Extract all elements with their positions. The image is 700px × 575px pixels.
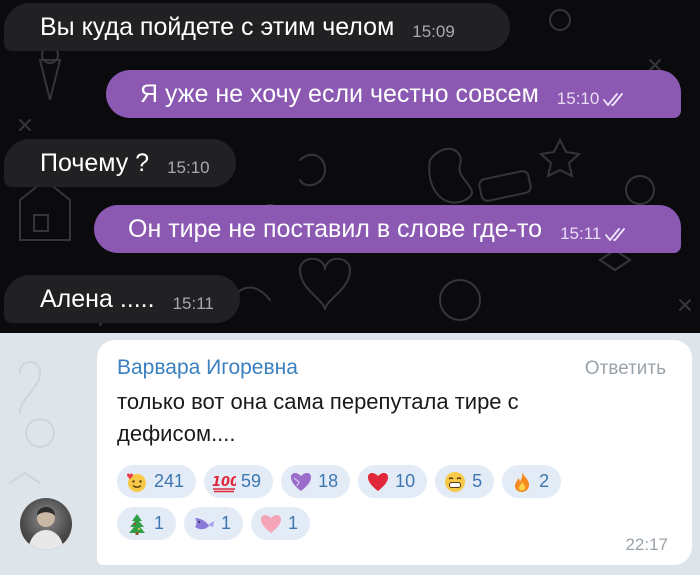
smiling-face-with-hearts-icon	[125, 470, 149, 494]
reaction-chip[interactable]: 241	[117, 465, 197, 498]
message-text: Вы куда пойдете с этим челом	[40, 12, 395, 41]
reactions-bar: 241 100 59 18	[117, 465, 677, 549]
reaction-chip[interactable]: 2	[502, 465, 562, 498]
reaction-count: 1	[288, 513, 299, 533]
message-text: Я уже не хочу если честно совсем	[140, 79, 539, 108]
avatar[interactable]	[20, 498, 72, 550]
purple-heart-icon	[289, 470, 313, 494]
message-incoming[interactable]: Почему ? 15:10	[4, 139, 236, 187]
reaction-chip[interactable]: 1	[184, 507, 244, 540]
message-outgoing[interactable]: Он тире не поставил в слове где-то 15:11	[94, 205, 681, 253]
message-outgoing[interactable]: Я уже не хочу если честно совсем 15:10	[106, 70, 681, 118]
reaction-chip[interactable]: 10	[358, 465, 428, 498]
comment-text: только вот она сама перепутала тире с де…	[117, 389, 519, 446]
reaction-count: 1	[221, 513, 232, 533]
message-incoming[interactable]: Алена ..... 15:11	[4, 275, 240, 323]
reaction-count: 59	[241, 471, 262, 491]
message-time: 15:09	[412, 22, 455, 41]
comment-timestamp: 22:17	[625, 535, 668, 554]
message-text: Алена .....	[40, 284, 155, 313]
double-check-icon	[603, 85, 625, 114]
comment-author[interactable]: Варвара Игоревна	[117, 356, 298, 380]
fish-icon	[192, 512, 216, 536]
reaction-chip[interactable]: 5	[435, 465, 495, 498]
reaction-chip[interactable]: 1	[251, 507, 311, 540]
svg-text:100: 100	[212, 475, 236, 490]
message-time: 15:10	[167, 158, 210, 177]
reply-button[interactable]: Ответить	[585, 358, 666, 380]
message-time: 15:11	[560, 224, 602, 243]
reaction-chip[interactable]: 18	[281, 465, 351, 498]
chat-screenshot: Вы куда пойдете с этим челом 15:09 Я уже…	[0, 0, 700, 333]
message-text: Он тире не поставил в слове где-то	[128, 214, 543, 243]
message-incoming[interactable]: Вы куда пойдете с этим челом 15:09	[4, 3, 510, 51]
reaction-chip[interactable]: 1	[117, 507, 177, 540]
reaction-count: 10	[395, 471, 416, 491]
reaction-chip[interactable]: 100 59	[204, 465, 274, 498]
reaction-count: 241	[154, 471, 185, 491]
fire-icon	[510, 470, 534, 494]
message-time: 15:11	[172, 294, 214, 313]
message-time: 15:10	[556, 89, 600, 108]
grinning-face-icon	[443, 470, 467, 494]
reaction-count: 18	[318, 471, 339, 491]
comment-card: Варвара Игоревна Ответить только вот она…	[97, 340, 692, 565]
message-text: Почему ?	[40, 148, 150, 177]
reaction-count: 5	[472, 471, 483, 491]
double-check-icon	[605, 220, 627, 249]
christmas-tree-icon	[125, 512, 149, 536]
pink-heart-icon	[259, 512, 283, 536]
red-heart-icon	[366, 470, 390, 494]
comment-section: Варвара Игоревна Ответить только вот она…	[0, 333, 700, 575]
reaction-count: 1	[154, 513, 165, 533]
hundred-points-icon: 100	[212, 470, 236, 494]
reaction-count: 2	[539, 471, 550, 491]
